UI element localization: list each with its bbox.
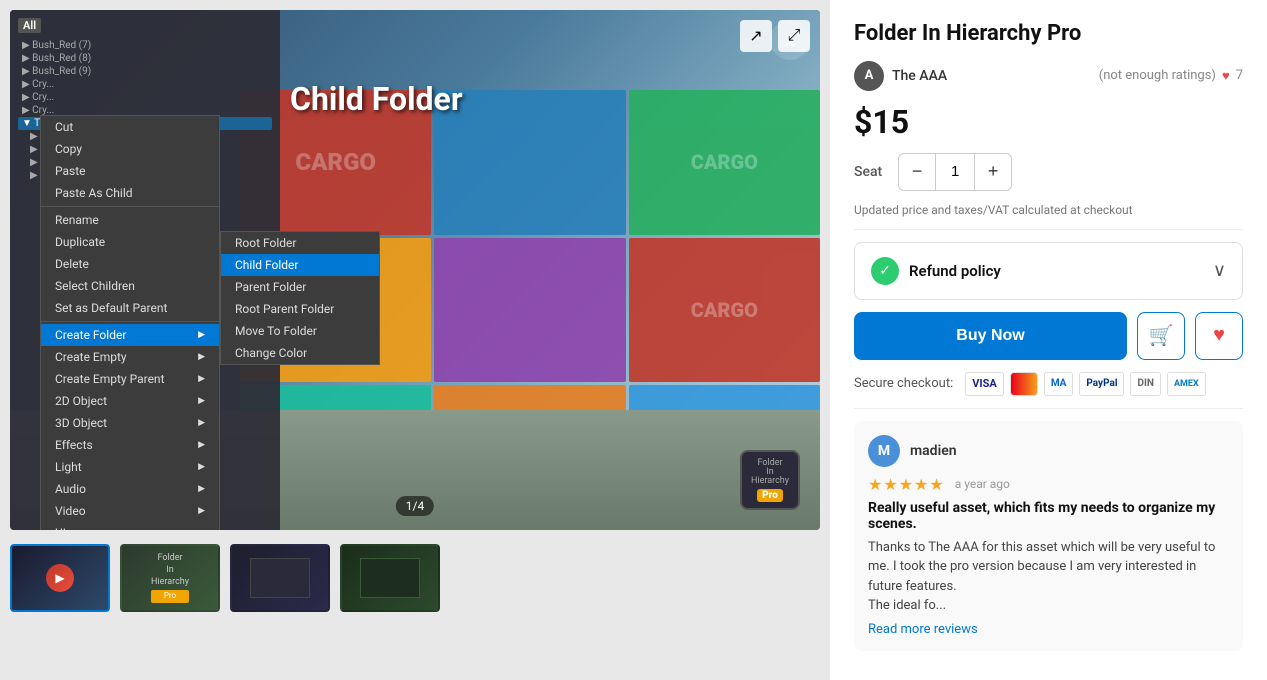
review-card: M madien ★★★★★ a year ago Really useful …	[854, 421, 1243, 651]
expand-button[interactable]: ⤢	[778, 20, 810, 52]
image-counter: 1/4	[396, 496, 434, 516]
shield-check-icon: ✓	[871, 257, 899, 285]
seat-row: Seat − +	[854, 153, 1243, 191]
context-menu-paste-child[interactable]: Paste As Child	[41, 182, 219, 204]
review-stars: ★★★★★	[868, 475, 945, 494]
quantity-decrease-button[interactable]: −	[899, 154, 935, 190]
review-header: M madien	[868, 435, 1229, 467]
thumbnail-1[interactable]: ▶	[10, 544, 110, 612]
thumbnail-2[interactable]: FolderInHierarchy Pro	[120, 544, 220, 612]
context-menu-set-default-parent[interactable]: Set as Default Parent	[41, 297, 219, 319]
product-title: Folder In Hierarchy Pro	[854, 20, 1243, 49]
author-name: The AAA	[892, 68, 947, 84]
avatar: A	[854, 61, 884, 91]
heart-icon: ♥	[1213, 324, 1225, 347]
refund-policy-left: ✓ Refund policy	[871, 257, 1001, 285]
vat-note: Updated price and taxes/VAT calculated a…	[854, 203, 1243, 217]
context-menu: Cut Copy Paste Paste As Child Rename Dup…	[40, 115, 220, 530]
author-info: A The AAA	[854, 61, 947, 91]
quantity-input[interactable]	[935, 154, 975, 190]
hierarchy-item: ▶ Cry...	[18, 91, 272, 104]
payment-icons: VISA MC MA PayPal DIN AMEX	[965, 372, 1205, 396]
right-panel: Folder In Hierarchy Pro A The AAA (not e…	[830, 0, 1267, 680]
image-toolbar: ↗ ⤢	[740, 20, 810, 52]
submenu-move-to-folder[interactable]: Move To Folder	[221, 320, 379, 342]
payment-mastercard: MC	[1010, 372, 1038, 396]
refund-policy-toggle[interactable]: ✓ Refund policy ∨	[854, 242, 1243, 300]
hierarchy-item: ▶ Cry...	[18, 78, 272, 91]
context-menu-create-empty[interactable]: Create Empty	[41, 346, 219, 368]
chevron-down-icon: ∨	[1213, 260, 1226, 281]
submenu-parent-folder[interactable]: Parent Folder	[221, 276, 379, 298]
actions-row: Buy Now 🛒 ♥	[854, 312, 1243, 360]
payment-visa: VISA	[965, 372, 1004, 396]
submenu-root-folder[interactable]: Root Folder	[221, 232, 379, 254]
scene-background: CARGO CARGO CARGO CARGO CARGO All	[10, 10, 820, 530]
likes-count: 7	[1236, 68, 1243, 83]
ratings-info: (not enough ratings) ♥ 7	[1099, 68, 1243, 84]
context-menu-cut[interactable]: Cut	[41, 116, 219, 138]
context-menu-delete[interactable]: Delete	[41, 253, 219, 275]
cart-icon: 🛒	[1149, 323, 1174, 348]
review-meta: ★★★★★ a year ago	[868, 475, 1229, 494]
context-menu-2d-object[interactable]: 2D Object	[41, 390, 219, 412]
hierarchy-item: ▶ Bush_Red (9)	[18, 65, 272, 78]
context-menu-select-children[interactable]: Select Children	[41, 275, 219, 297]
share-button[interactable]: ↗	[740, 20, 772, 52]
hierarchy-item: ▶ Bush_Red (8)	[18, 52, 272, 65]
secure-checkout-label: Secure checkout:	[854, 376, 953, 391]
context-menu-ui[interactable]: UI	[41, 522, 219, 530]
read-more-reviews-link[interactable]: Read more reviews	[868, 622, 978, 637]
thumbnail-4[interactable]	[340, 544, 440, 612]
review-time: a year ago	[955, 477, 1010, 491]
pro-badge: Folder In Hierarchy Pro	[740, 450, 800, 510]
thumbnail-strip: ▶ FolderInHierarchy Pro	[10, 540, 820, 616]
ratings-label: (not enough ratings)	[1099, 68, 1216, 83]
hierarchy-item: ▶ Bush_Red (7)	[18, 39, 272, 52]
context-menu-create-folder[interactable]: Create Folder	[41, 324, 219, 346]
context-menu-paste[interactable]: Paste	[41, 160, 219, 182]
payment-maestro: MA	[1044, 372, 1074, 396]
payment-diners: DIN	[1130, 372, 1160, 396]
buy-now-button[interactable]: Buy Now	[854, 312, 1127, 360]
context-menu-effects[interactable]: Effects	[41, 434, 219, 456]
submenu-change-color[interactable]: Change Color	[221, 342, 379, 364]
seat-label: Seat	[854, 164, 882, 180]
reviewer-name: madien	[910, 443, 957, 459]
quantity-increase-button[interactable]: +	[975, 154, 1011, 190]
author-row: A The AAA (not enough ratings) ♥ 7	[854, 61, 1243, 91]
separator-2	[854, 408, 1243, 409]
submenu-child-folder[interactable]: Child Folder	[221, 254, 379, 276]
context-menu-light[interactable]: Light	[41, 456, 219, 478]
quantity-control: − +	[898, 153, 1012, 191]
refund-policy-label: Refund policy	[909, 262, 1001, 280]
context-menu-video[interactable]: Video	[41, 500, 219, 522]
context-menu-copy[interactable]: Copy	[41, 138, 219, 160]
reviewer-avatar: M	[868, 435, 900, 467]
review-text: Thanks to The AAA for this asset which w…	[868, 538, 1229, 616]
context-menu-duplicate[interactable]: Duplicate	[41, 231, 219, 253]
context-menu-3d-object[interactable]: 3D Object	[41, 412, 219, 434]
submenu-root-parent-folder[interactable]: Root Parent Folder	[221, 298, 379, 320]
context-menu-rename[interactable]: Rename	[41, 209, 219, 231]
hierarchy-panel: All ▶ Bush_Red (7) ▶ Bush_Red (8) ▶ Bush…	[10, 10, 280, 530]
submenu-create-folder: Root Folder Child Folder Parent Folder R…	[220, 231, 380, 365]
context-menu-create-empty-parent[interactable]: Create Empty Parent	[41, 368, 219, 390]
child-folder-label: Child Folder	[290, 80, 463, 118]
heart-icon: ♥	[1222, 68, 1230, 84]
main-image-container: CARGO CARGO CARGO CARGO CARGO All	[10, 10, 820, 530]
review-title: Really useful asset, which fits my needs…	[868, 500, 1229, 532]
product-price: $15	[854, 103, 1243, 141]
wishlist-button[interactable]: ♥	[1195, 312, 1243, 360]
context-menu-audio[interactable]: Audio	[41, 478, 219, 500]
thumbnail-3[interactable]	[230, 544, 330, 612]
secure-checkout-row: Secure checkout: VISA MC MA PayPal DIN A…	[854, 372, 1243, 396]
left-panel: CARGO CARGO CARGO CARGO CARGO All	[0, 0, 830, 680]
payment-paypal: PayPal	[1079, 372, 1124, 396]
cart-button[interactable]: 🛒	[1137, 312, 1185, 360]
payment-amex: AMEX	[1167, 372, 1206, 396]
separator	[854, 229, 1243, 230]
